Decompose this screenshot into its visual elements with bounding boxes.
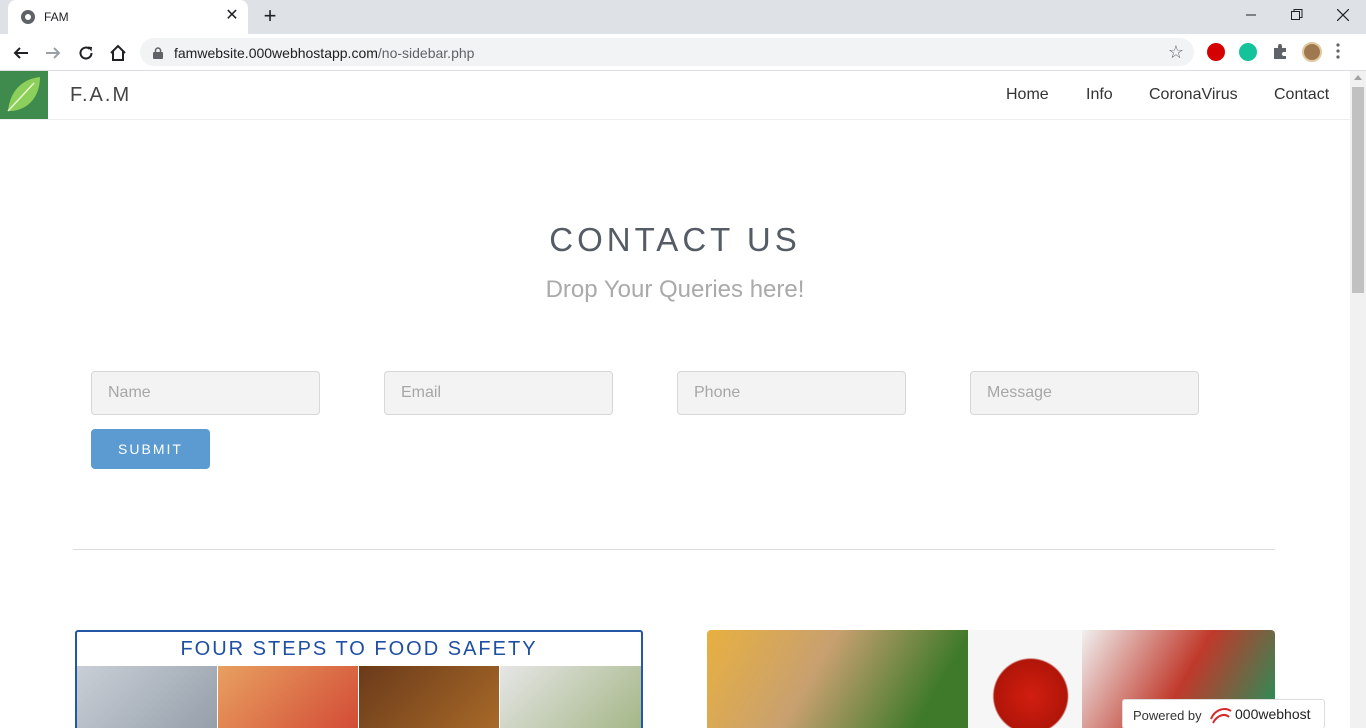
back-icon[interactable] [8, 40, 34, 66]
home-icon[interactable] [105, 40, 131, 66]
bookmark-star-icon[interactable]: ☆ [1168, 42, 1184, 63]
restore-icon[interactable] [1274, 0, 1320, 30]
cutting-board-image [218, 666, 358, 728]
globe-icon [21, 10, 35, 24]
name-field[interactable] [91, 371, 320, 415]
site-brand[interactable]: F.A.M [70, 84, 131, 107]
page-scrollbar[interactable] [1350, 71, 1366, 728]
extensions-puzzle-icon[interactable] [1271, 43, 1289, 61]
tab-title: FAM [44, 10, 69, 24]
profile-avatar[interactable] [1302, 42, 1322, 62]
site-header: F.A.M Home Info CoronaVirus Contact [0, 71, 1350, 120]
address-bar[interactable]: famwebsite.000webhostapp.com/no-sidebar.… [140, 38, 1194, 66]
poster-title: FOUR STEPS TO FOOD SAFETY [180, 638, 538, 660]
browser-tab-bar: FAM ✕ + [0, 0, 1366, 34]
grammarly-extension-icon[interactable] [1239, 43, 1257, 61]
roast-turkey-image [359, 666, 499, 728]
tomato-nutrition-image [968, 630, 1082, 728]
nav-info[interactable]: Info [1086, 86, 1113, 104]
phone-field[interactable] [677, 371, 906, 415]
badge-brand: 000webhost [1235, 706, 1311, 722]
browser-menu-icon[interactable] [1336, 43, 1350, 61]
submit-button[interactable]: SUBMIT [91, 429, 210, 469]
forward-icon[interactable] [40, 40, 66, 66]
nav-contact[interactable]: Contact [1274, 86, 1329, 104]
url-text: famwebsite.000webhostapp.com/no-sidebar.… [174, 45, 475, 61]
close-window-icon[interactable] [1320, 0, 1366, 30]
handwashing-image [77, 666, 217, 728]
scroll-thumb[interactable] [1352, 87, 1364, 293]
lock-icon [153, 46, 163, 64]
vegetables-image [707, 630, 968, 728]
webhost-logo-icon [1209, 705, 1233, 728]
hosting-badge[interactable]: Powered by 000webhost [1122, 699, 1325, 728]
browser-tab[interactable]: FAM ✕ [8, 0, 248, 34]
contact-title: CONTACT US [549, 221, 801, 258]
web-page: F.A.M Home Info CoronaVirus Contact CONT… [0, 71, 1350, 728]
scroll-up-arrow-icon[interactable] [1354, 75, 1362, 80]
email-field[interactable] [384, 371, 613, 415]
close-tab-icon[interactable]: ✕ [224, 8, 240, 24]
food-safety-poster: FOUR STEPS TO FOOD SAFETY [75, 630, 643, 728]
reload-icon[interactable] [73, 40, 99, 66]
nav-home[interactable]: Home [1006, 86, 1049, 104]
minimize-icon[interactable] [1228, 0, 1274, 30]
refrigerator-image [500, 666, 641, 728]
browser-toolbar: famwebsite.000webhostapp.com/no-sidebar.… [0, 34, 1366, 71]
contact-subtitle: Drop Your Queries here! [545, 276, 805, 303]
leaf-logo-icon[interactable] [0, 71, 48, 119]
badge-text: Powered by [1133, 708, 1202, 723]
message-field[interactable] [970, 371, 1199, 415]
nav-coronavirus[interactable]: CoronaVirus [1149, 86, 1238, 104]
new-tab-icon[interactable]: + [260, 5, 280, 27]
adblock-extension-icon[interactable] [1207, 43, 1225, 61]
section-divider [73, 549, 1275, 550]
